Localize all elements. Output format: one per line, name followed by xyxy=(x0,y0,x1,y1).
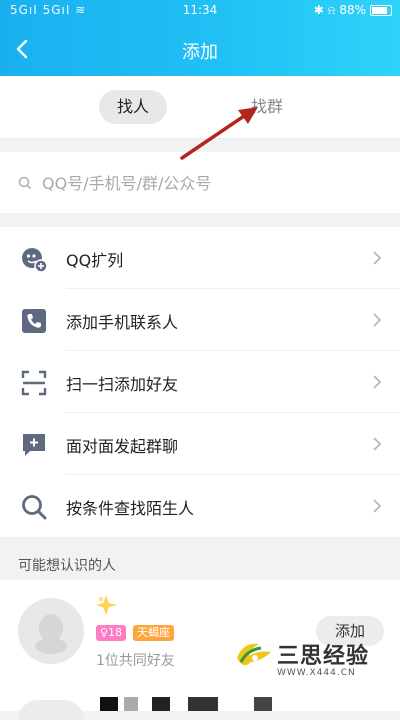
chevron-right-icon xyxy=(373,375,382,389)
search-icon xyxy=(22,495,47,520)
chevron-right-icon xyxy=(373,437,382,451)
chevron-right-icon xyxy=(373,251,382,265)
blurred-name-block xyxy=(100,697,118,711)
age-badge: ♀18 xyxy=(96,625,127,641)
chevron-right-icon xyxy=(373,313,382,327)
search-icon xyxy=(18,176,32,190)
menu-item-label: 面对面发起群聊 xyxy=(66,437,179,456)
avatar xyxy=(18,598,84,664)
scan-icon xyxy=(21,370,47,396)
search-input[interactable] xyxy=(40,166,384,200)
blurred-name-block xyxy=(188,697,218,711)
watermark: 三思经验 WWW.X444.CN xyxy=(233,634,383,682)
page-title: 添加 xyxy=(182,42,218,63)
section-title-suggestions: 可能想认识的人 xyxy=(18,558,116,574)
avatar xyxy=(18,700,84,720)
blurred-name-block xyxy=(124,697,138,711)
status-right: ✱ ⍾ 88% xyxy=(314,3,392,18)
menu-item-label: 添加手机联系人 xyxy=(66,313,179,332)
header-bar: 5GıI 5GıI ≋ 11:34 ✱ ⍾ 88% 添加 xyxy=(0,0,400,76)
qq-expand-icon xyxy=(22,248,48,273)
menu-item-qq-expand[interactable]: QQ扩列 xyxy=(0,227,400,289)
chevron-right-icon xyxy=(373,499,382,513)
blurred-name-block xyxy=(152,697,170,711)
watermark-logo-icon xyxy=(237,643,271,666)
sparkle-icon xyxy=(96,595,117,616)
status-right-text: ✱ ⍾ 88% xyxy=(313,3,366,17)
menu-item-face-to-face[interactable]: 面对面发起群聊 xyxy=(0,413,400,475)
battery-icon xyxy=(370,5,392,16)
menu-item-scan[interactable]: 扫一扫添加好友 xyxy=(0,351,400,413)
menu-item-label: 扫一扫添加好友 xyxy=(66,375,179,394)
menu-item-label: QQ扩列 xyxy=(66,251,124,270)
blurred-name-block xyxy=(254,697,272,711)
mutual-friends-text: 1位共同好友 xyxy=(96,653,175,669)
menu-item-search-strangers[interactable]: 按条件查找陌生人 xyxy=(0,475,400,537)
tab-find-people[interactable]: 找人 xyxy=(99,90,167,124)
menu-item-label: 按条件查找陌生人 xyxy=(66,499,195,518)
status-bar: 5GıI 5GıI ≋ 11:34 ✱ ⍾ 88% xyxy=(0,0,400,22)
add-options-list: QQ扩列 添加手机联系人 扫一扫添加好友 面对面发起群聊 按条件查找陌生人 xyxy=(0,227,400,537)
watermark-url: WWW.X444.CN xyxy=(277,668,356,678)
watermark-text: 三思经验 xyxy=(277,644,370,669)
chat-plus-icon xyxy=(23,434,45,456)
default-avatar-icon xyxy=(35,614,67,654)
phone-icon xyxy=(22,309,46,333)
annotation-arrow-icon xyxy=(180,107,258,160)
suggestion-row-partial xyxy=(0,695,400,720)
zodiac-badge: 天蝎座 xyxy=(133,625,174,641)
menu-item-phone-contacts[interactable]: 添加手机联系人 xyxy=(0,289,400,351)
